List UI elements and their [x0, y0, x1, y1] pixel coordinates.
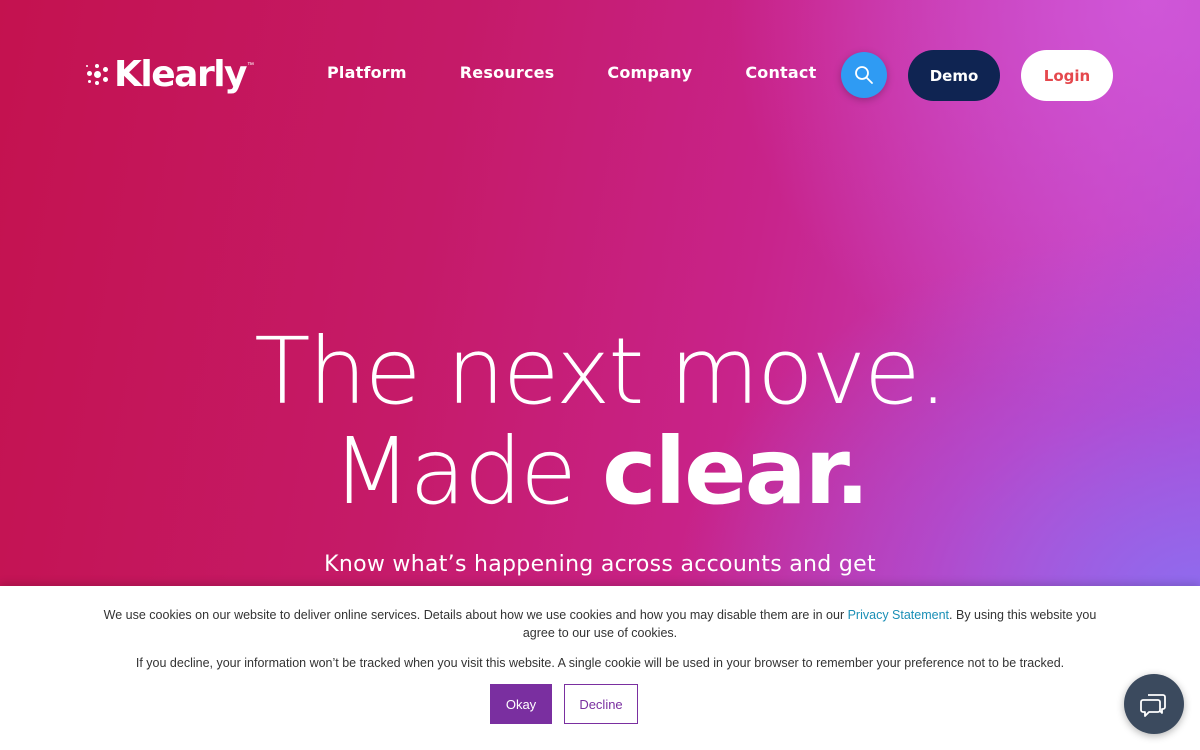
logo-dots-icon: [86, 62, 112, 88]
nav-item-company[interactable]: Company: [607, 63, 692, 82]
hero-headline: The next move. Made clear.: [0, 322, 1200, 522]
hero-headline-line1: The next move.: [254, 318, 948, 425]
nav-item-contact[interactable]: Contact: [745, 63, 816, 82]
hero-subhead: Know what’s happening across accounts an…: [324, 552, 876, 577]
nav-item-platform[interactable]: Platform: [327, 63, 407, 82]
chat-icon: [1140, 694, 1166, 717]
demo-button[interactable]: Demo: [908, 50, 1000, 101]
hero-headline-bold: clear.: [602, 418, 870, 525]
hero-headline-light: Made: [332, 418, 603, 525]
cookie-okay-button[interactable]: Okay: [490, 684, 552, 724]
search-button[interactable]: [841, 52, 887, 98]
chat-button[interactable]: [1124, 674, 1184, 734]
nav-item-resources[interactable]: Resources: [460, 63, 555, 82]
login-button[interactable]: Login: [1021, 50, 1113, 101]
brand-trademark: ™: [247, 62, 255, 69]
main-nav: Platform Resources Company Contact: [327, 63, 869, 82]
cookie-decline-info: If you decline, your information won’t b…: [135, 656, 1065, 670]
hero-headline-line2: Made clear.: [0, 422, 1200, 522]
search-icon: [855, 66, 873, 84]
cookie-text: We use cookies on our website to deliver…: [103, 608, 1097, 640]
brand-name: Klearly: [114, 54, 248, 95]
cookie-banner: We use cookies on our website to deliver…: [0, 586, 1200, 750]
cookie-decline-button[interactable]: Decline: [564, 684, 638, 724]
privacy-statement-link[interactable]: Privacy Statement: [848, 608, 949, 622]
brand-logo[interactable]: Klearly ™: [86, 54, 254, 96]
